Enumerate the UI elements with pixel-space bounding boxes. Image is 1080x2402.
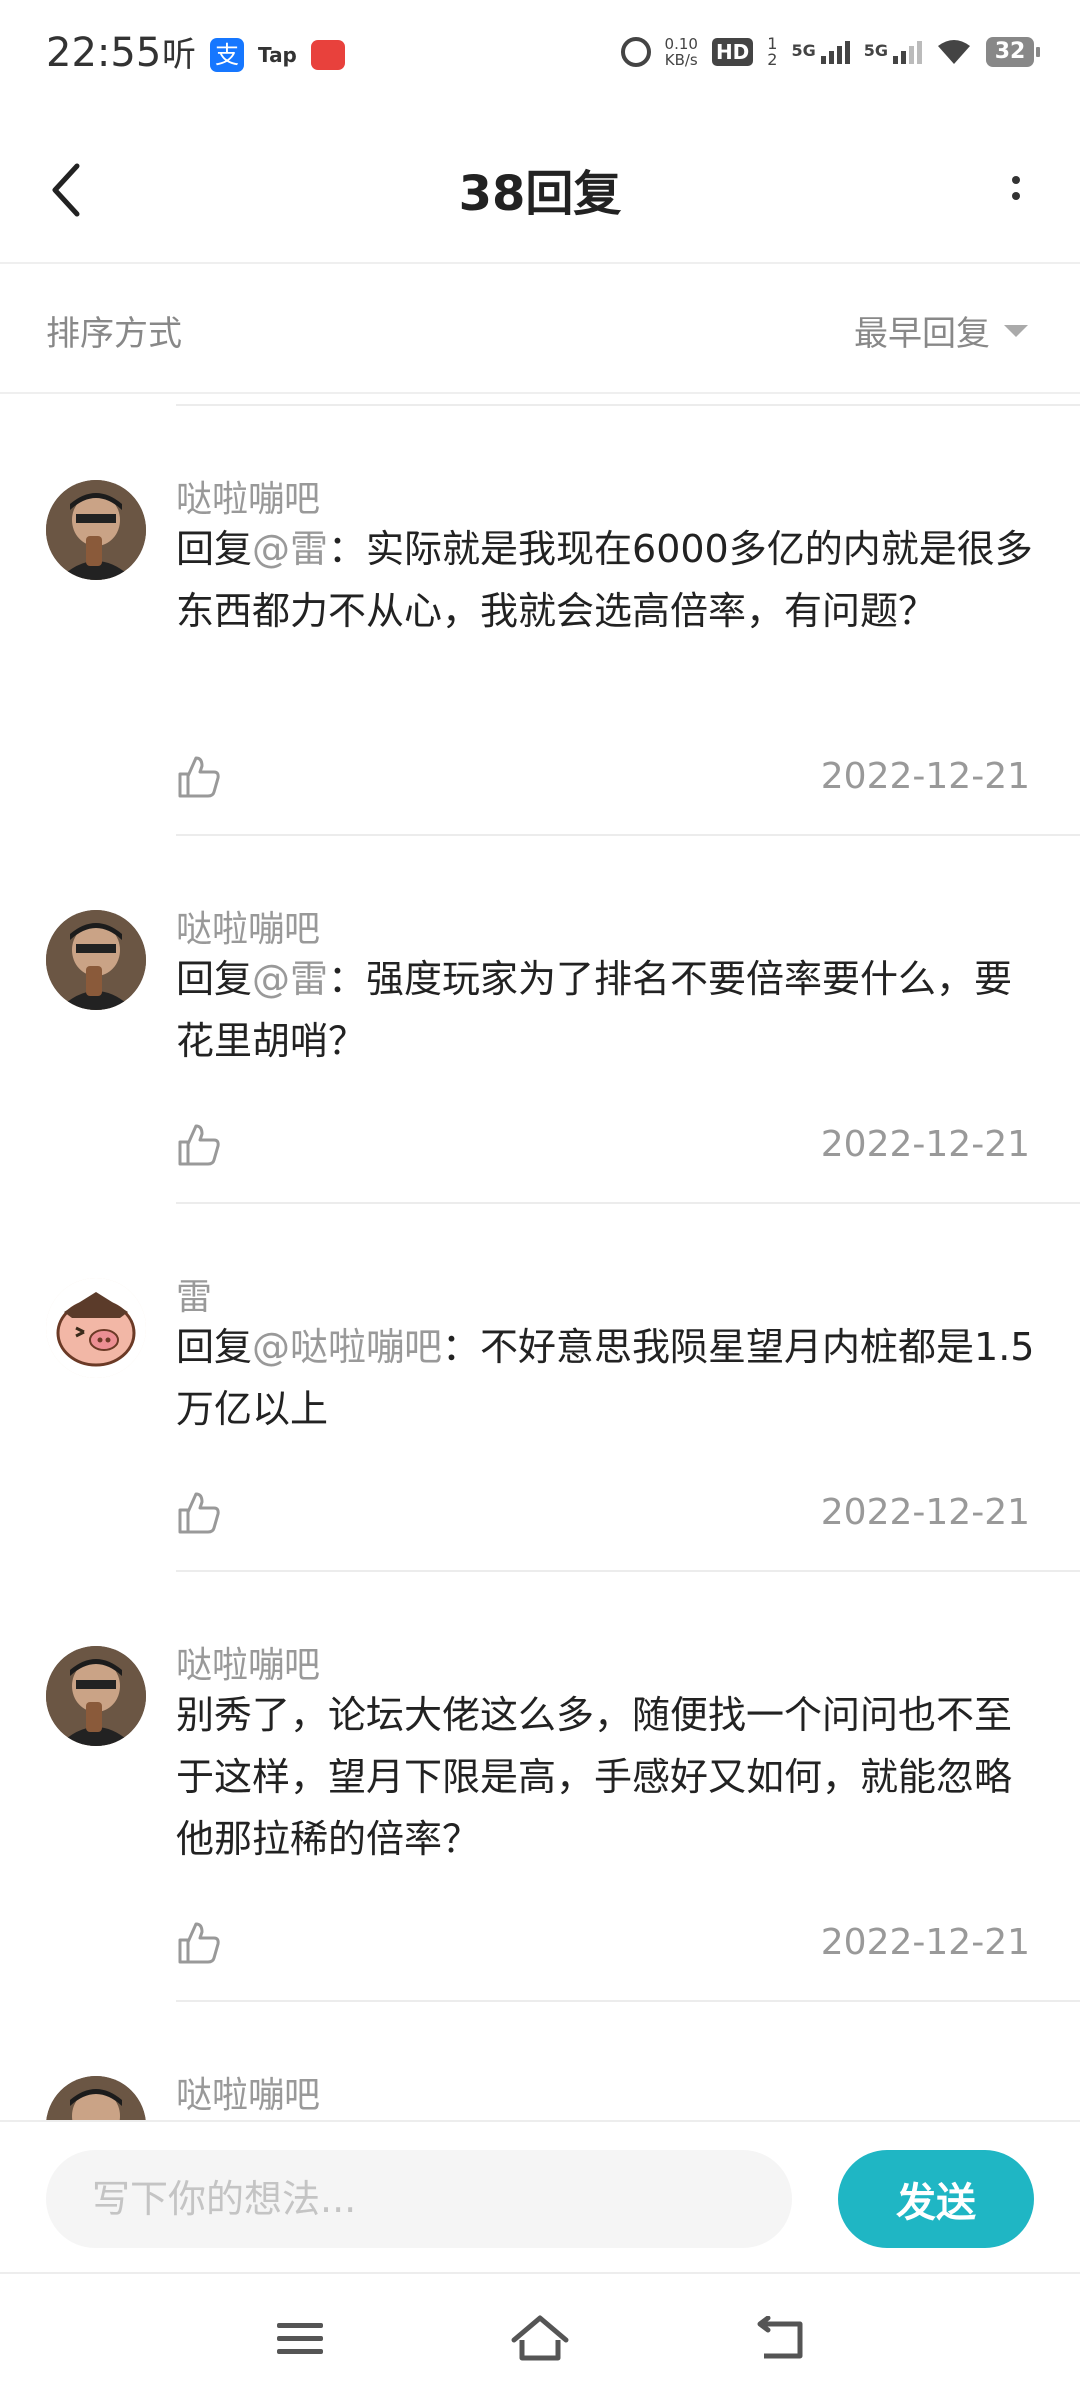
hd-sub2: 2 xyxy=(767,50,778,69)
reply-mention[interactable]: @雷 xyxy=(252,527,328,571)
hd-sub: 12 xyxy=(767,36,777,68)
wifi-icon xyxy=(938,40,970,64)
net-speed-unit: KB/s xyxy=(664,51,698,69)
avatar[interactable] xyxy=(46,2076,146,2120)
reply-mention[interactable]: @哒啦嘣吧 xyxy=(252,1325,442,1369)
send-button[interactable]: 发送 xyxy=(838,2150,1034,2248)
page-title: 38回复 xyxy=(458,166,622,222)
divider xyxy=(176,404,1080,406)
sort-dropdown[interactable]: 最早回复 xyxy=(854,306,1028,355)
reply-author[interactable]: 哒啦嘣吧 xyxy=(176,2066,320,2118)
comment-input[interactable] xyxy=(46,2150,792,2248)
reply-content: 回复@雷：强度玩家为了排名不要倍率要什么，要花里胡哨？ xyxy=(176,948,1036,1072)
menu-nav-button[interactable] xyxy=(265,2304,335,2374)
avatar[interactable] xyxy=(46,1278,146,1378)
back-nav-button[interactable] xyxy=(745,2304,815,2374)
caret-down-icon xyxy=(1004,324,1028,337)
status-bar: 22:55 听 支 Tap 0.10 KB/s HD 12 5G 5G 32 xyxy=(0,0,1080,110)
reply-date: 2022-12-21 xyxy=(820,1124,1030,1165)
reply-date: 2022-12-21 xyxy=(820,1922,1030,1963)
reply-content: 回复@雷：实际就是我现在6000多亿的内就是很多东西都力不从心，我就会选高倍率，… xyxy=(176,518,1036,642)
return-icon xyxy=(757,2316,803,2359)
system-navigation-bar xyxy=(0,2272,1080,2402)
reply-prefix: 回复 xyxy=(176,957,253,1001)
reply-date: 2022-12-21 xyxy=(820,756,1030,797)
ting-icon: 听 xyxy=(162,35,196,75)
reply-item: 哒啦嘣吧 别秀了，论坛大佬这么多，随便找一个问问也不至于这样，望月下限是高，手感… xyxy=(0,1636,1080,2006)
thumbs-up-icon[interactable] xyxy=(176,1920,222,1966)
reply-item: 哒啦嘣吧 回复@雷：实际就是我现在6000多亿的内就是很多东西都力不从心，我就会… xyxy=(0,470,1080,840)
user-avatar-image xyxy=(46,1646,146,1746)
reply-author[interactable]: 哒啦嘣吧 xyxy=(176,470,320,522)
reply-text: 别秀了，论坛大佬这么多，随便找一个问问也不至于这样，望月下限是高，手感好又如何，… xyxy=(176,1693,1013,1861)
reply-composer: 发送 xyxy=(0,2120,1080,2272)
reply-prefix: 回复 xyxy=(176,1325,253,1369)
reply-content: 别秀了，论坛大佬这么多，随便找一个问问也不至于这样，望月下限是高，手感好又如何，… xyxy=(176,1684,1036,1870)
divider xyxy=(176,1570,1080,1572)
hd-icon: HD xyxy=(711,38,754,66)
thumbs-up-icon[interactable] xyxy=(176,754,222,800)
reply-author[interactable]: 哒啦嘣吧 xyxy=(176,1636,320,1688)
sort-bar: 排序方式 最早回复 xyxy=(0,264,1080,394)
user-avatar-image xyxy=(46,480,146,580)
reply-author[interactable]: 哒啦嘣吧 xyxy=(176,900,320,952)
reply-item: 哒啦嘣吧 回复@雷：强度玩家为了排名不要倍率要什么，要花里胡哨？ 2022-12… xyxy=(0,900,1080,1200)
avatar[interactable] xyxy=(46,910,146,1010)
sort-label: 排序方式 xyxy=(46,314,182,354)
reply-prefix: 回复 xyxy=(176,527,253,571)
avatar[interactable] xyxy=(46,480,146,580)
reply-author[interactable]: 雷 xyxy=(176,1268,212,1320)
home-icon xyxy=(511,2315,569,2361)
user-avatar-image xyxy=(46,1278,146,1378)
battery-icon: 32 xyxy=(986,37,1040,67)
notification-icons: 听 支 Tap xyxy=(162,38,345,72)
thumbs-up-icon[interactable] xyxy=(176,1490,222,1536)
more-dot-icon xyxy=(1012,176,1020,184)
sim2-label: 5G xyxy=(863,40,888,60)
divider xyxy=(176,834,1080,836)
user-avatar-image xyxy=(46,2076,146,2120)
divider xyxy=(176,2000,1080,2002)
more-options-button[interactable] xyxy=(986,158,1046,218)
home-nav-button[interactable] xyxy=(505,2304,575,2374)
reply-mention[interactable]: @雷 xyxy=(252,957,328,1001)
signal-icon-2: 5G xyxy=(863,40,922,64)
user-avatar-image xyxy=(46,910,146,1010)
taptap-icon: Tap xyxy=(258,43,297,67)
reply-item: 哒啦嘣吧 xyxy=(0,2066,1080,2120)
top-app-bar: 38回复 xyxy=(0,110,1080,264)
more-dot-icon xyxy=(1012,192,1020,200)
thumbs-up-icon[interactable] xyxy=(176,1122,222,1168)
network-speed: 0.10 KB/s xyxy=(665,36,698,68)
avatar[interactable] xyxy=(46,1646,146,1746)
alarm-icon xyxy=(620,37,651,67)
reply-date: 2022-12-21 xyxy=(820,1492,1030,1533)
signal-icon-1: 5G xyxy=(791,40,850,64)
reply-content: 回复@哒啦嘣吧：不好意思我陨星望月内桩都是1.5万亿以上 xyxy=(176,1316,1036,1440)
sort-selected-value: 最早回复 xyxy=(854,314,990,354)
divider xyxy=(176,1202,1080,1204)
alipay-icon: 支 xyxy=(210,38,244,72)
red-app-icon xyxy=(310,40,345,70)
sim1-label: 5G xyxy=(791,40,816,60)
reply-item: 雷 回复@哒啦嘣吧：不好意思我陨星望月内桩都是1.5万亿以上 2022-12-2… xyxy=(0,1268,1080,1568)
hd-label: HD xyxy=(715,40,750,64)
menu-icon xyxy=(277,2323,323,2354)
status-time: 22:55 xyxy=(46,30,162,76)
system-icons: 0.10 KB/s HD 12 5G 5G 32 xyxy=(620,36,1040,68)
